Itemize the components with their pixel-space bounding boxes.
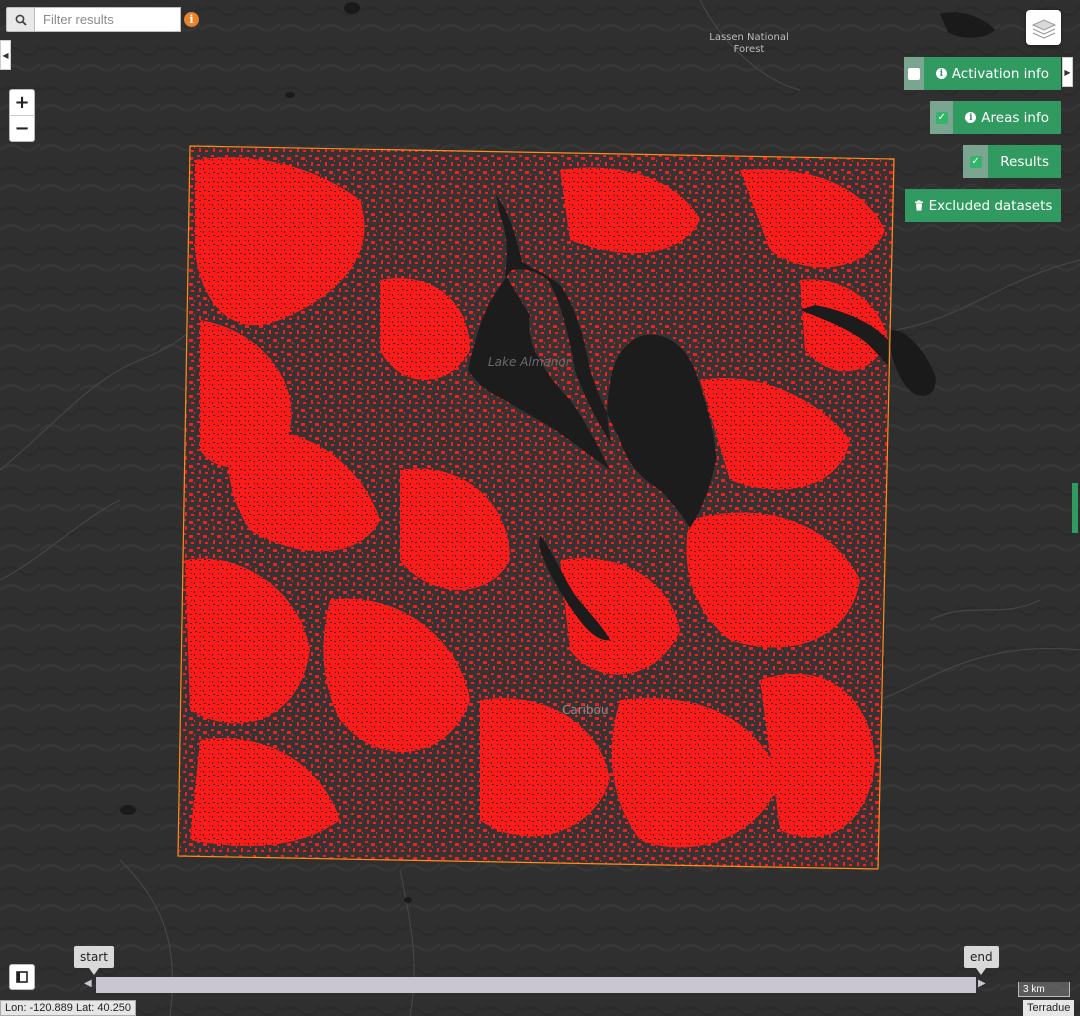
excluded-datasets-label: Excluded datasets: [928, 197, 1053, 214]
timeline-right-arrow[interactable]: ▶: [978, 978, 986, 989]
results-button[interactable]: ✓ Results: [963, 145, 1061, 178]
timeline-left-arrow[interactable]: ◀: [84, 978, 92, 989]
map-label-lake: Lake Almanor: [488, 355, 571, 369]
info-icon: i: [935, 68, 947, 79]
timeline-start-handle[interactable]: start: [74, 946, 114, 975]
map-label-lassen-line1: Lassen National: [709, 32, 789, 43]
map-label-lassen: Lassen National Forest: [702, 32, 796, 56]
activation-info-checkbox[interactable]: [904, 57, 924, 90]
layers-icon: [1031, 18, 1056, 39]
search-input[interactable]: [34, 7, 181, 32]
zoom-control: + −: [9, 89, 35, 142]
fullscreen-button[interactable]: [9, 964, 35, 990]
right-panel-toggle[interactable]: ▶: [1062, 57, 1073, 87]
trash-icon: [914, 200, 923, 211]
areas-info-checkbox[interactable]: ✓: [930, 101, 954, 134]
timeline-start-label: start: [80, 950, 108, 964]
search-button[interactable]: [6, 7, 34, 32]
excluded-datasets-button[interactable]: Excluded datasets: [905, 189, 1061, 222]
attribution[interactable]: Terradue: [1023, 1000, 1075, 1016]
fullscreen-icon: [16, 971, 28, 983]
results-label: Results: [1000, 153, 1049, 170]
left-panel-toggle[interactable]: ◀: [0, 40, 11, 70]
scale-bar: 3 km: [1018, 982, 1070, 997]
info-icon: i: [965, 112, 977, 123]
timeline-end-label: end: [970, 950, 993, 964]
zoom-in-button[interactable]: +: [10, 90, 34, 115]
right-drawer-handle[interactable]: [1072, 483, 1078, 533]
results-checkbox[interactable]: ✓: [963, 145, 989, 178]
search-icon: [15, 14, 27, 26]
timeline-track[interactable]: [96, 977, 976, 993]
basemap[interactable]: [0, 0, 1080, 1016]
info-circle-icon[interactable]: i: [184, 12, 199, 27]
activation-info-button[interactable]: i Activation info: [904, 57, 1061, 90]
activation-info-label: Activation info: [951, 65, 1049, 82]
result-footprint: [177, 145, 895, 870]
map-label-town: Caribou: [562, 703, 609, 717]
layers-button[interactable]: [1026, 10, 1061, 45]
areas-info-button[interactable]: ✓ i Areas info: [930, 101, 1061, 134]
timeline-end-handle[interactable]: end: [964, 946, 999, 975]
areas-info-label: Areas info: [981, 109, 1049, 126]
coordinate-readout: Lon: -120.889 Lat: 40.250: [0, 1000, 136, 1016]
zoom-out-button[interactable]: −: [10, 115, 34, 141]
map-label-lassen-line2: Forest: [733, 44, 765, 55]
search-bar: i: [6, 7, 199, 32]
